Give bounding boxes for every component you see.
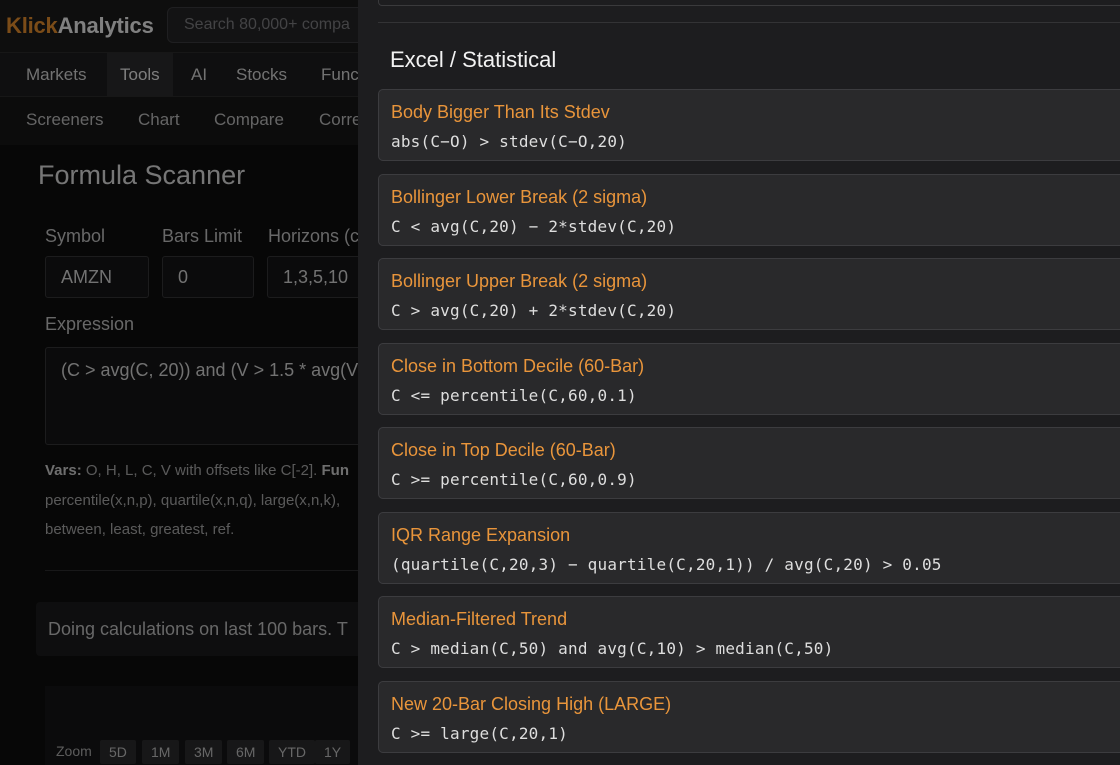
- example-formula: C <= percentile(C,60,0.1): [391, 386, 637, 405]
- example-formula: abs(C−O) > stdev(C−O,20): [391, 132, 627, 151]
- example-card[interactable]: Median-Filtered Trend C > median(C,50) a…: [378, 596, 1120, 668]
- example-card[interactable]: Body Bigger Than Its Stdev abs(C−O) > st…: [378, 89, 1120, 161]
- example-title: Close in Top Decile (60-Bar): [391, 440, 616, 460]
- panel-divider: [378, 22, 1120, 23]
- example-formula: C > avg(C,20) + 2*stdev(C,20): [391, 301, 677, 320]
- section-title: Excel / Statistical: [390, 47, 557, 72]
- example-title: New 20-Bar Closing High (LARGE): [391, 694, 672, 714]
- example-card[interactable]: IQR Range Expansion (quartile(C,20,3) − …: [378, 512, 1120, 584]
- example-title: IQR Range Expansion: [391, 525, 571, 545]
- previous-card-edge: [378, 0, 1120, 6]
- example-title: Close in Bottom Decile (60-Bar): [391, 356, 645, 376]
- example-card[interactable]: Bollinger Upper Break (2 sigma) C > avg(…: [378, 258, 1120, 330]
- example-card[interactable]: Close in Top Decile (60-Bar) C >= percen…: [378, 427, 1120, 499]
- example-formula: C > median(C,50) and avg(C,10) > median(…: [391, 639, 834, 658]
- example-title: Bollinger Lower Break (2 sigma): [391, 187, 648, 207]
- example-title: Bollinger Upper Break (2 sigma): [391, 271, 648, 291]
- example-card[interactable]: Bollinger Lower Break (2 sigma) C < avg(…: [378, 174, 1120, 246]
- example-title: Body Bigger Than Its Stdev: [391, 102, 610, 122]
- example-card[interactable]: Close in Bottom Decile (60-Bar) C <= per…: [378, 343, 1120, 415]
- example-formula: C >= percentile(C,60,0.9): [391, 470, 637, 489]
- formula-examples-panel: Excel / Statistical Body Bigger Than Its…: [358, 0, 1120, 765]
- example-formula: (quartile(C,20,3) − quartile(C,20,1)) / …: [391, 555, 942, 574]
- example-formula: C >= large(C,20,1): [391, 724, 568, 743]
- example-card[interactable]: New 20-Bar Closing High (LARGE) C >= lar…: [378, 681, 1120, 753]
- example-formula: C < avg(C,20) − 2*stdev(C,20): [391, 217, 677, 236]
- example-title: Median-Filtered Trend: [391, 609, 568, 629]
